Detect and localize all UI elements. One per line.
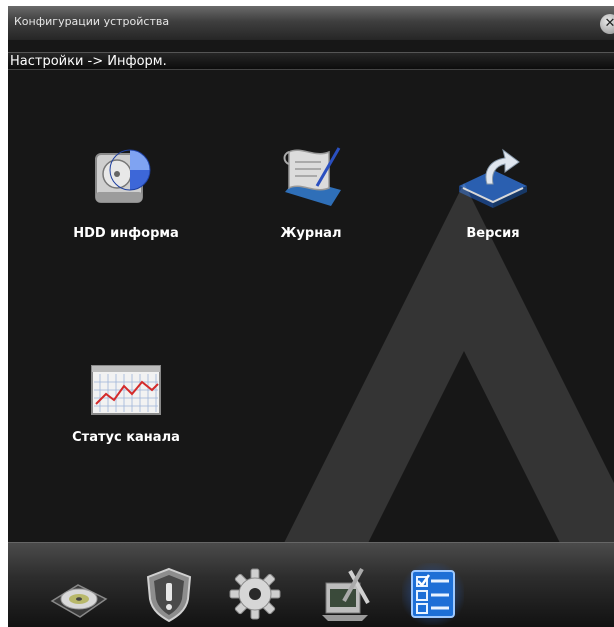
version-icon bbox=[459, 148, 527, 208]
log-icon bbox=[283, 147, 341, 206]
title-bar: Конфигурации устройства ✕ bbox=[8, 6, 614, 40]
dock-shield-button[interactable] bbox=[138, 563, 200, 625]
info-list-icon bbox=[411, 570, 455, 618]
info-menu: HDD информа Журнал Версия Статус канала bbox=[8, 72, 614, 561]
config-window: Конфигурации устройства ✕ Настройки -> И… bbox=[8, 6, 614, 627]
dock-disc-button[interactable] bbox=[48, 563, 110, 625]
tile-hdd-label: HDD информа bbox=[73, 226, 179, 241]
tile-channel-status-label: Статус канала bbox=[72, 430, 180, 445]
channel-status-icon bbox=[91, 365, 161, 415]
tools-icon bbox=[322, 568, 370, 621]
bottom-dock bbox=[8, 542, 614, 627]
tile-log-label: Журнал bbox=[280, 226, 342, 241]
gear-icon bbox=[229, 568, 281, 620]
tile-version[interactable]: Версия bbox=[413, 136, 573, 241]
disc-icon bbox=[50, 584, 108, 618]
hdd-icon bbox=[95, 149, 151, 203]
window-title: Конфигурации устройства bbox=[14, 15, 170, 28]
tile-log[interactable]: Журнал bbox=[231, 136, 391, 241]
tile-hdd-info[interactable]: HDD информа bbox=[46, 136, 206, 241]
dock-gear-button[interactable] bbox=[224, 563, 286, 625]
close-icon[interactable]: ✕ bbox=[600, 14, 614, 34]
tile-channel-status[interactable]: Статус канала bbox=[46, 360, 206, 445]
dock-info-button[interactable] bbox=[402, 563, 464, 625]
shield-icon bbox=[146, 567, 192, 623]
breadcrumb: Настройки -> Информ. bbox=[8, 52, 614, 70]
tile-version-label: Версия bbox=[466, 226, 520, 241]
dock-tools-button[interactable] bbox=[314, 563, 376, 625]
